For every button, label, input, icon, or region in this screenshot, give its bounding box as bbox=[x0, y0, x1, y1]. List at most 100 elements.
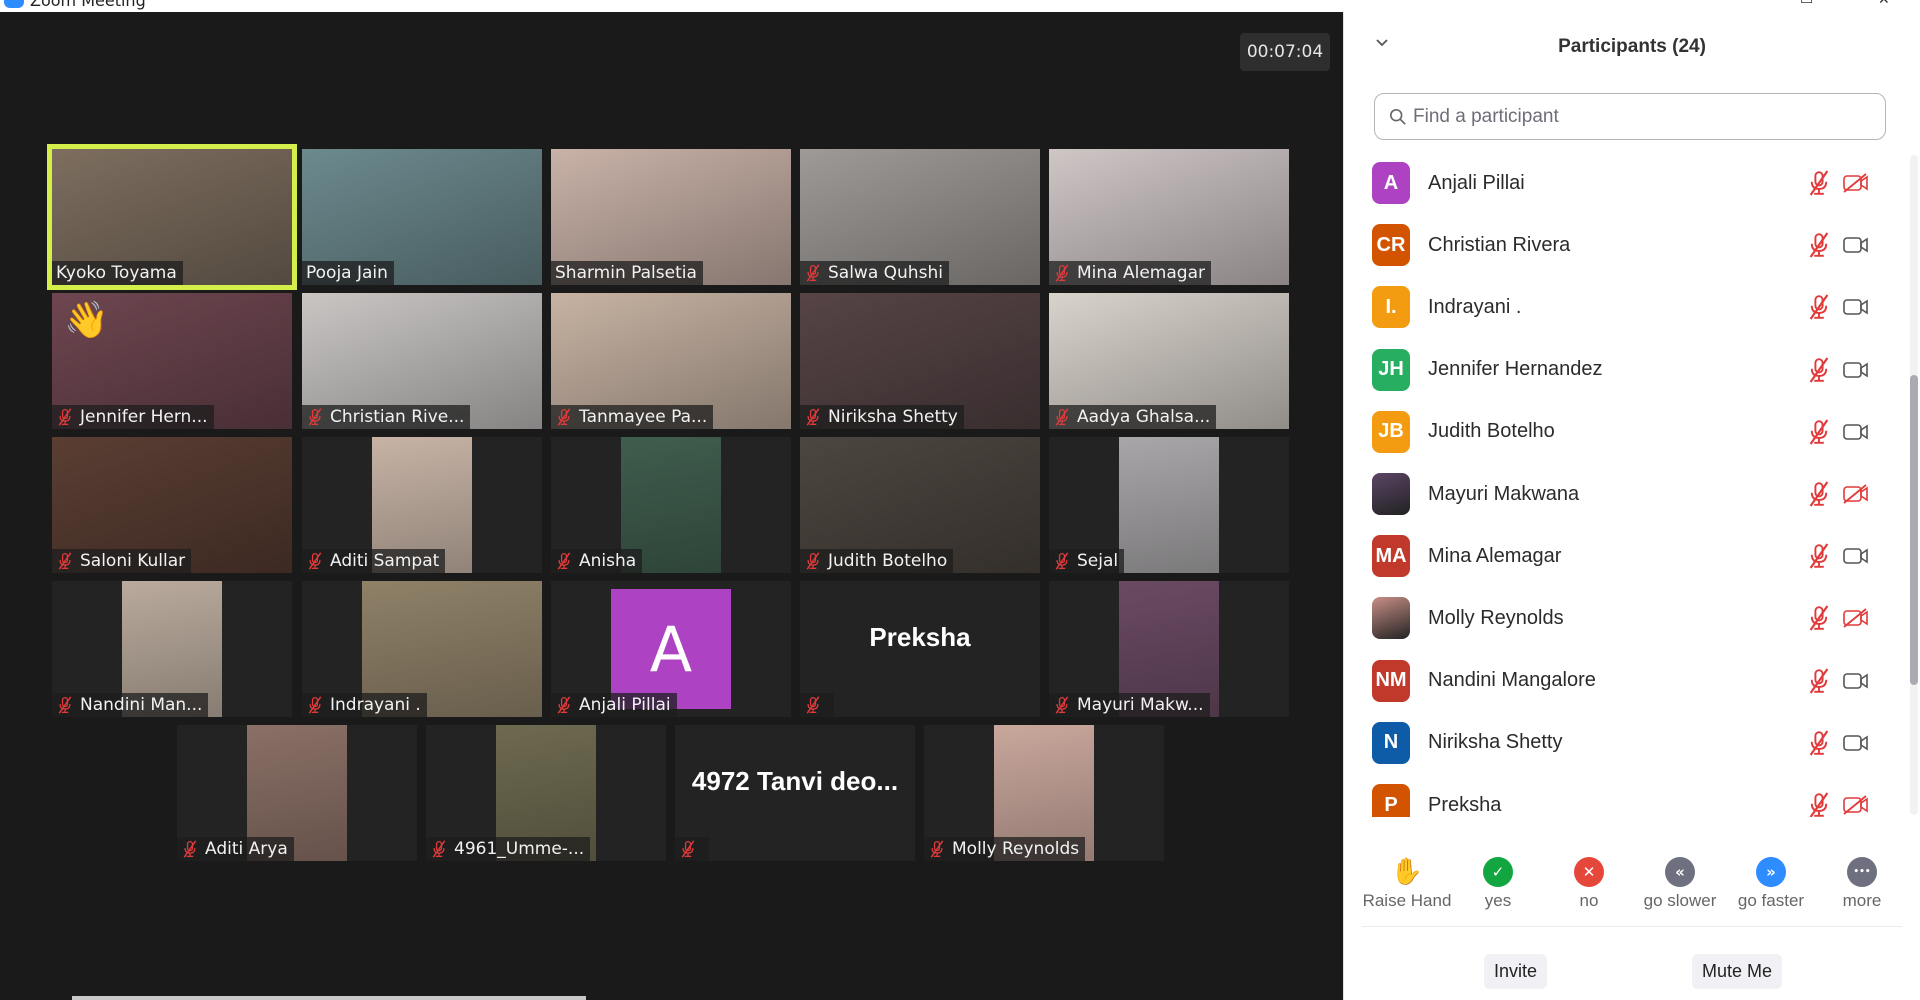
reaction-check[interactable]: ✓ yes bbox=[1453, 857, 1543, 911]
name-tag: Niriksha Shetty bbox=[800, 405, 964, 429]
participant-name: Tanmayee Pa... bbox=[579, 407, 708, 427]
video-off-icon[interactable] bbox=[1842, 793, 1870, 817]
video-tile[interactable]: Nandini Man... bbox=[52, 581, 292, 717]
reaction-label: no bbox=[1579, 891, 1599, 910]
mic-muted-icon[interactable] bbox=[1807, 169, 1831, 197]
video-tile[interactable]: Salwa Quhshi bbox=[800, 149, 1040, 285]
video-tile[interactable]: 4972 Tanvi deo... bbox=[675, 725, 915, 861]
avatar: MA bbox=[1372, 535, 1410, 578]
mic-muted-icon[interactable] bbox=[1807, 418, 1831, 446]
reaction-label: go faster bbox=[1737, 891, 1805, 910]
mic-muted-icon[interactable] bbox=[1807, 356, 1831, 384]
mic-muted-icon[interactable] bbox=[1807, 231, 1831, 259]
mic-muted-icon bbox=[804, 552, 822, 570]
horizontal-scrollbar[interactable] bbox=[72, 996, 586, 1000]
video-tile[interactable]: Aditi Sampat bbox=[302, 437, 542, 573]
video-camera-icon[interactable] bbox=[1842, 233, 1870, 257]
video-tile[interactable]: Sharmin Palsetia bbox=[551, 149, 791, 285]
double-chevron-right-icon: » bbox=[1756, 857, 1786, 887]
participant-row[interactable]: I. Indrayani . bbox=[1372, 276, 1892, 338]
video-tile[interactable]: Pooja Jain bbox=[302, 149, 542, 285]
check-icon: ✓ bbox=[1483, 857, 1513, 887]
video-tile[interactable]: Tanmayee Pa... bbox=[551, 293, 791, 429]
participant-search[interactable] bbox=[1374, 93, 1886, 140]
video-tile[interactable]: 👋 Jennifer Hern... bbox=[52, 293, 292, 429]
reaction-ellipsis[interactable]: ••• more bbox=[1817, 857, 1907, 911]
video-gallery: 00:07:04 Kyoko Toyama Pooja Jain Sharmin P… bbox=[0, 12, 1343, 1000]
mic-muted-icon bbox=[928, 840, 946, 858]
video-off-icon[interactable] bbox=[1842, 171, 1870, 195]
video-tile[interactable]: Anisha bbox=[551, 437, 791, 573]
video-tile[interactable]: Saloni Kullar bbox=[52, 437, 292, 573]
participant-row[interactable]: CR Christian Rivera bbox=[1372, 214, 1892, 276]
scrollbar-thumb[interactable] bbox=[1910, 375, 1918, 685]
mic-muted-icon[interactable] bbox=[1807, 667, 1831, 695]
mic-muted-icon[interactable] bbox=[1807, 542, 1831, 570]
reaction-x[interactable]: ✕ no bbox=[1544, 857, 1634, 911]
video-tile[interactable]: 4961_Umme-... bbox=[426, 725, 666, 861]
participant-row[interactable]: Mayuri Makwana bbox=[1372, 463, 1892, 525]
search-input[interactable] bbox=[1413, 105, 1853, 128]
video-off-icon[interactable] bbox=[1842, 482, 1870, 506]
reaction-raise-hand[interactable]: ✋ Raise Hand bbox=[1362, 857, 1452, 911]
participants-panel: Participants (24) A Anjali Pillai CR Christ… bbox=[1343, 12, 1920, 1000]
minimize-icon[interactable]: ▭ bbox=[1800, 0, 1813, 8]
participant-row[interactable]: N Niriksha Shetty bbox=[1372, 712, 1892, 774]
reaction-label: Raise Hand bbox=[1362, 891, 1452, 910]
video-camera-icon[interactable] bbox=[1842, 544, 1870, 568]
participant-name: Kyoko Toyama bbox=[56, 263, 177, 283]
invite-button[interactable]: Invite bbox=[1484, 954, 1548, 989]
video-tile[interactable]: Aadya Ghalsa... bbox=[1049, 293, 1289, 429]
video-tile[interactable]: Niriksha Shetty bbox=[800, 293, 1040, 429]
video-camera-icon[interactable] bbox=[1842, 669, 1870, 693]
video-tile[interactable]: Sejal bbox=[1049, 437, 1289, 573]
participant-row[interactable]: NM Nandini Mangalore bbox=[1372, 650, 1892, 712]
participant-name: Anjali Pillai bbox=[1428, 171, 1525, 194]
participant-row[interactable]: JB Judith Botelho bbox=[1372, 401, 1892, 463]
mic-muted-icon[interactable] bbox=[1807, 791, 1831, 817]
mute-me-button[interactable]: Mute Me bbox=[1692, 954, 1783, 989]
participant-list-scrollbar[interactable] bbox=[1910, 155, 1918, 815]
close-icon[interactable]: ✕ bbox=[1878, 0, 1890, 8]
name-tag: 4961_Umme-... bbox=[426, 837, 591, 861]
mic-muted-icon[interactable] bbox=[1807, 293, 1831, 321]
reaction-double-chevron-left[interactable]: « go slower bbox=[1635, 857, 1725, 911]
mic-muted-icon[interactable] bbox=[1807, 480, 1831, 508]
name-tag: Anisha bbox=[551, 549, 643, 573]
participant-name: Anjali Pillai bbox=[579, 695, 671, 715]
video-camera-icon[interactable] bbox=[1842, 358, 1870, 382]
double-chevron-left-icon: « bbox=[1665, 857, 1695, 887]
video-tile[interactable]: Molly Reynolds bbox=[924, 725, 1164, 861]
video-tile[interactable]: A Anjali Pillai bbox=[551, 581, 791, 717]
name-tag: Tanmayee Pa... bbox=[551, 405, 714, 429]
video-tile[interactable]: Aditi Arya bbox=[177, 725, 417, 861]
participant-name: Aditi Sampat bbox=[330, 551, 440, 571]
reaction-double-chevron-right[interactable]: » go faster bbox=[1726, 857, 1816, 911]
participant-name: Mayuri Makwana bbox=[1428, 482, 1580, 505]
video-camera-icon[interactable] bbox=[1842, 731, 1870, 755]
participant-name: Molly Reynolds bbox=[1428, 606, 1564, 629]
participant-row[interactable]: Molly Reynolds bbox=[1372, 587, 1892, 649]
mic-muted-icon[interactable] bbox=[1807, 604, 1831, 632]
avatar: JH bbox=[1372, 348, 1410, 391]
mic-muted-icon[interactable] bbox=[1807, 729, 1831, 757]
video-camera-icon[interactable] bbox=[1842, 295, 1870, 319]
participant-row[interactable]: MA Mina Alemagar bbox=[1372, 525, 1892, 587]
participant-name: Judith Botelho bbox=[1428, 420, 1555, 443]
video-tile[interactable]: Preksha bbox=[800, 581, 1040, 717]
video-camera-icon[interactable] bbox=[1842, 420, 1870, 444]
video-tile[interactable]: Mina Alemagar bbox=[1049, 149, 1289, 285]
video-tile[interactable]: Judith Botelho bbox=[800, 437, 1040, 573]
video-tile[interactable]: Mayuri Makw... bbox=[1049, 581, 1289, 717]
mic-muted-icon bbox=[679, 840, 697, 858]
mic-muted-icon bbox=[555, 552, 573, 570]
name-tag: Aditi Arya bbox=[177, 837, 294, 861]
video-tile[interactable]: Indrayani . bbox=[302, 581, 542, 717]
participant-row[interactable]: A Anjali Pillai bbox=[1372, 152, 1892, 214]
video-tile[interactable]: Christian Rive... bbox=[302, 293, 542, 429]
video-tile[interactable]: Kyoko Toyama bbox=[47, 144, 297, 290]
video-off-icon[interactable] bbox=[1842, 606, 1870, 630]
participant-row[interactable]: JH Jennifer Hernandez bbox=[1372, 339, 1892, 401]
participant-row[interactable]: P Preksha bbox=[1372, 774, 1892, 817]
panel-title: Participants (24) bbox=[1558, 36, 1706, 57]
